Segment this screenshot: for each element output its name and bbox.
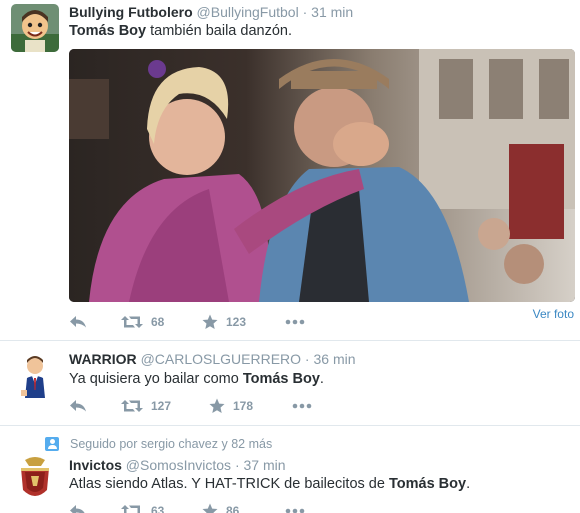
favorite-button[interactable]: 123 [202,313,246,331]
tweet-text-part: Ya quisiera yo bailar como [69,371,243,387]
fullname[interactable]: Invictos [69,457,122,473]
tweet-text-part: . [466,476,471,492]
reply-icon [70,316,86,328]
mention-tomas-boy[interactable]: Tomás Boy [69,23,146,39]
favorite-count: 123 [226,315,247,329]
avatar[interactable] [11,350,59,398]
separator: · [304,351,310,367]
screenname[interactable]: @CARLOSLGUERRERO [141,351,301,367]
more-dots-icon [285,319,305,325]
retweet-button[interactable]: 127 [121,397,171,415]
timestamp[interactable]: 37 min [244,457,286,473]
tweet-text-part: también baila danzón. [146,23,292,39]
mention-tomas-boy[interactable]: Tomás Boy [243,371,320,387]
social-context-text[interactable]: Seguido por sergio chavez y 82 más [70,437,272,451]
reply-button[interactable] [69,313,87,331]
more-dots-icon [285,508,305,513]
tweet-text: Tomás Boy también baila danzón. [69,23,292,39]
retweet-count: 127 [151,399,172,413]
fullname[interactable]: Bullying Futbolero [69,4,193,20]
screenname[interactable]: @BullyingFutbol [197,4,299,20]
tweet-header: Bullying Futbolero @BullyingFutbol · 31 … [69,4,353,20]
separator: · [302,4,308,20]
timestamp[interactable]: 36 min [313,351,355,367]
retweet-count: 63 [151,504,165,513]
star-icon [202,314,218,329]
timestamp[interactable]: 31 min [311,4,353,20]
retweet-icon [121,400,143,412]
tweet-actions: 63 86 [69,502,329,513]
favorite-count: 178 [233,399,254,413]
view-photo-link[interactable]: Ver foto [533,307,574,321]
more-button[interactable] [285,502,305,513]
mention-tomas-boy[interactable]: Tomás Boy [389,476,466,492]
favorite-count: 86 [226,504,240,513]
retweet-icon [121,505,143,513]
tweet-photo[interactable] [69,49,575,302]
tweet-actions: 127 178 [69,397,329,417]
tweet-actions: 68 123 [69,313,329,333]
star-icon [202,503,218,513]
reply-icon [70,400,86,412]
retweet-button[interactable]: 63 [121,502,164,513]
avatar[interactable] [11,456,59,504]
tweet-text: Ya quisiera yo bailar como Tomás Boy. [69,371,324,387]
fullname[interactable]: WARRIOR [69,351,137,367]
favorite-button[interactable]: 86 [202,502,239,513]
reply-button[interactable] [69,502,87,513]
retweet-button[interactable]: 68 [121,313,164,331]
tweet[interactable]: WARRIOR @CARLOSLGUERRERO · 36 min Ya qui… [0,341,580,426]
tweet-text: Atlas siendo Atlas. Y HAT-TRICK de baile… [69,476,470,492]
more-dots-icon [292,403,312,409]
tweet[interactable]: Seguido por sergio chavez y 82 más Invic… [0,426,580,513]
reply-button[interactable] [69,397,87,415]
tweet[interactable]: Bullying Futbolero @BullyingFutbol · 31 … [0,0,580,341]
tweet-header: Invictos @SomosInvictos · 37 min [69,457,286,473]
retweet-count: 68 [151,315,165,329]
social-context: Seguido por sergio chavez y 82 más [45,437,272,451]
reply-icon [70,505,85,513]
tweet-text-part: . [319,371,324,387]
more-button[interactable] [292,397,312,415]
favorite-button[interactable]: 178 [209,397,253,415]
tweet-header: WARRIOR @CARLOSLGUERRERO · 36 min [69,351,356,367]
screenname[interactable]: @SomosInvictos [126,457,231,473]
retweet-icon [121,316,143,328]
user-follow-icon [45,437,59,451]
separator: · [234,457,240,473]
star-icon [209,398,225,413]
more-button[interactable] [285,313,305,331]
avatar[interactable] [11,4,59,52]
tweet-text-part: Atlas siendo Atlas. Y HAT-TRICK de baile… [69,476,389,492]
